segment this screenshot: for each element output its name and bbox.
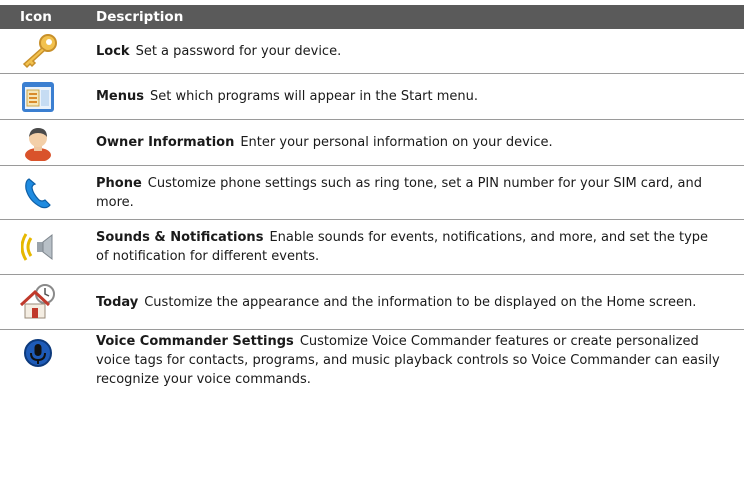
row-term: Menus	[96, 89, 145, 104]
table-row-sounds-notifications: Sounds & Notifications Enable sounds for …	[0, 220, 744, 275]
row-description: Sounds & Notifications Enable sounds for …	[96, 228, 744, 266]
row-text: Set a password for your device.	[135, 43, 342, 59]
row-description: Voice Commander Settings Customize Voice …	[96, 330, 744, 389]
row-text: Customize the appearance and the informa…	[144, 294, 697, 310]
table-header: Icon Description	[0, 5, 744, 29]
table-row-phone: Phone Customize phone settings such as ri…	[0, 166, 744, 220]
table-row-voice-commander-settings: Voice Commander Settings Customize Voice …	[0, 330, 744, 402]
header-description-column: Description	[96, 9, 184, 25]
row-description: Today Customize the appearance and the in…	[96, 293, 744, 312]
row-term: Voice Commander Settings	[96, 334, 294, 349]
row-term: Owner Information	[96, 135, 235, 150]
table-row-today: Today Customize the appearance and the in…	[0, 275, 744, 330]
header-icon-column: Icon	[20, 9, 52, 25]
row-term: Phone	[96, 175, 142, 191]
phone-icon	[23, 175, 53, 211]
row-description: Phone Customize phone settings such as ri…	[96, 174, 744, 212]
row-description: Lock Set a password for your device.	[96, 42, 744, 61]
speaker-icon	[21, 230, 55, 264]
row-description: Owner Information Enter your personal inf…	[96, 133, 744, 152]
key-icon	[18, 33, 58, 69]
home-clock-icon	[19, 283, 57, 321]
table-row-owner-information: Owner Information Enter your personal inf…	[0, 120, 744, 166]
row-text: Customize phone settings such as ring to…	[96, 175, 702, 210]
table-row-lock: Lock Set a password for your device.	[0, 29, 744, 74]
menus-icon	[20, 80, 56, 114]
row-term: Sounds & Notifications	[96, 230, 264, 245]
table-row-menus: Menus Set which programs will appear in t…	[0, 74, 744, 120]
row-term: Today	[96, 294, 139, 310]
settings-icon-table: Icon Description Lock Set a password for …	[0, 5, 744, 402]
person-icon	[22, 125, 54, 161]
row-text: Set which programs will appear in the St…	[150, 89, 479, 104]
row-text: Enter your personal information on your …	[240, 135, 553, 150]
microphone-icon	[23, 338, 53, 368]
row-term: Lock	[96, 43, 130, 59]
row-description: Menus Set which programs will appear in t…	[96, 87, 744, 106]
